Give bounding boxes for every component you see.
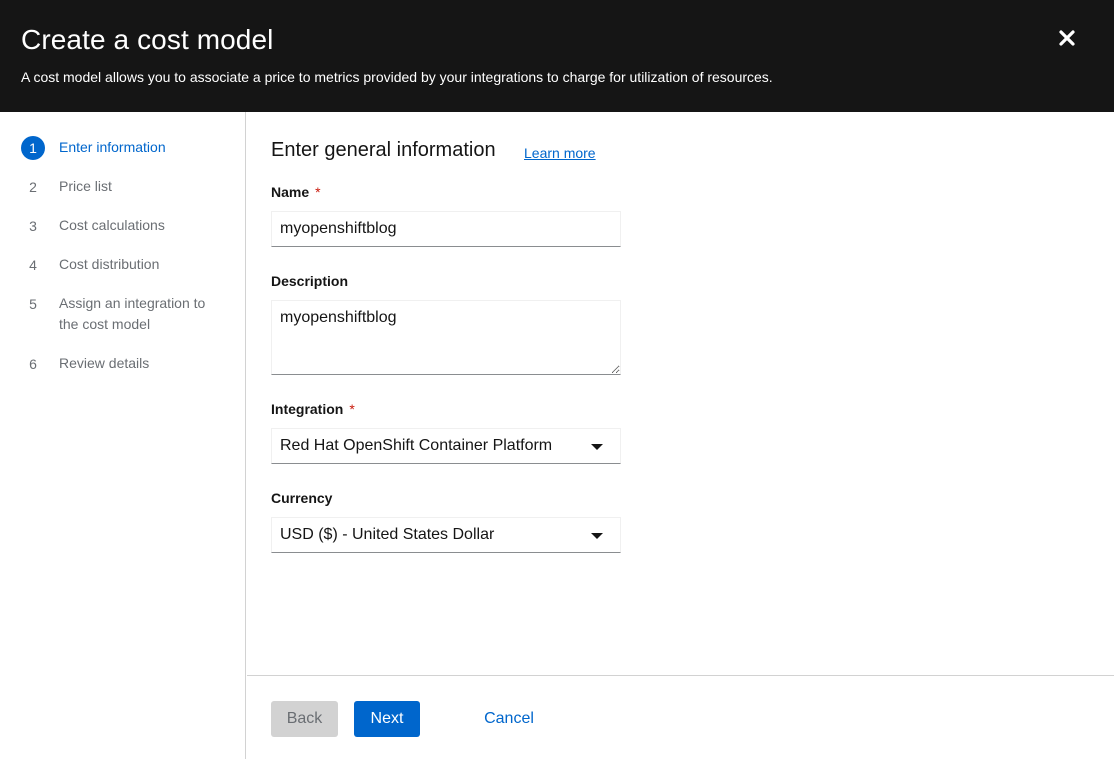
currency-select[interactable]: USD ($) - United States Dollar [271, 517, 621, 553]
step-label: Price list [59, 178, 112, 194]
integration-select[interactable]: Red Hat OpenShift Container Platform [271, 428, 621, 464]
learn-more-link[interactable]: Learn more [524, 145, 596, 161]
step-number: 5 [29, 296, 37, 312]
required-indicator: * [349, 401, 355, 417]
wizard-step-cost-distribution[interactable]: 4 Cost distribution [0, 253, 245, 277]
step-number: 1 [21, 136, 45, 160]
back-button[interactable]: Back [271, 701, 338, 737]
description-label: Description [271, 273, 349, 289]
step-number: 2 [29, 179, 37, 195]
currency-label: Currency [271, 490, 333, 506]
step-number: 4 [29, 257, 37, 273]
description-textarea[interactable]: myopenshiftblog [271, 300, 621, 375]
wizard-nav: 1 Enter information 2 Price list 3 Cost … [0, 112, 246, 759]
wizard-step-assign-integration[interactable]: 5 Assign an integration to the cost mode… [0, 292, 245, 337]
close-icon[interactable] [1055, 26, 1079, 50]
required-indicator: * [315, 184, 321, 200]
section-title: Enter general information [271, 139, 496, 161]
modal-subtitle: A cost model allows you to associate a p… [21, 69, 773, 85]
modal-title: Create a cost model [21, 24, 274, 55]
cancel-button[interactable]: Cancel [469, 701, 549, 737]
caret-down-icon [591, 533, 603, 539]
step-label: Assign an integration to the cost model [59, 295, 206, 332]
step-label: Cost distribution [59, 256, 160, 272]
step-number: 3 [29, 218, 37, 234]
modal-header: Create a cost model A cost model allows … [0, 0, 1114, 112]
name-label: Name * [271, 184, 321, 200]
name-input[interactable] [271, 211, 621, 247]
wizard-step-price-list[interactable]: 2 Price list [0, 175, 245, 199]
next-button[interactable]: Next [354, 701, 420, 737]
integration-label: Integration * [271, 401, 355, 417]
wizard-step-enter-information[interactable]: 1 Enter information [0, 136, 245, 160]
step-label: Cost calculations [59, 217, 165, 233]
wizard-step-cost-calculations[interactable]: 3 Cost calculations [0, 214, 245, 238]
wizard-footer: Back Next Cancel [247, 675, 1114, 759]
step-number: 6 [29, 356, 37, 372]
step-label: Review details [59, 355, 150, 371]
step-label: Enter information [59, 139, 166, 155]
wizard-body: Enter general information Learn more Nam… [247, 112, 1114, 675]
caret-down-icon [591, 444, 603, 450]
integration-selected-value: Red Hat OpenShift Container Platform [280, 437, 553, 454]
wizard-step-review-details[interactable]: 6 Review details [0, 352, 245, 376]
currency-selected-value: USD ($) - United States Dollar [280, 526, 495, 543]
